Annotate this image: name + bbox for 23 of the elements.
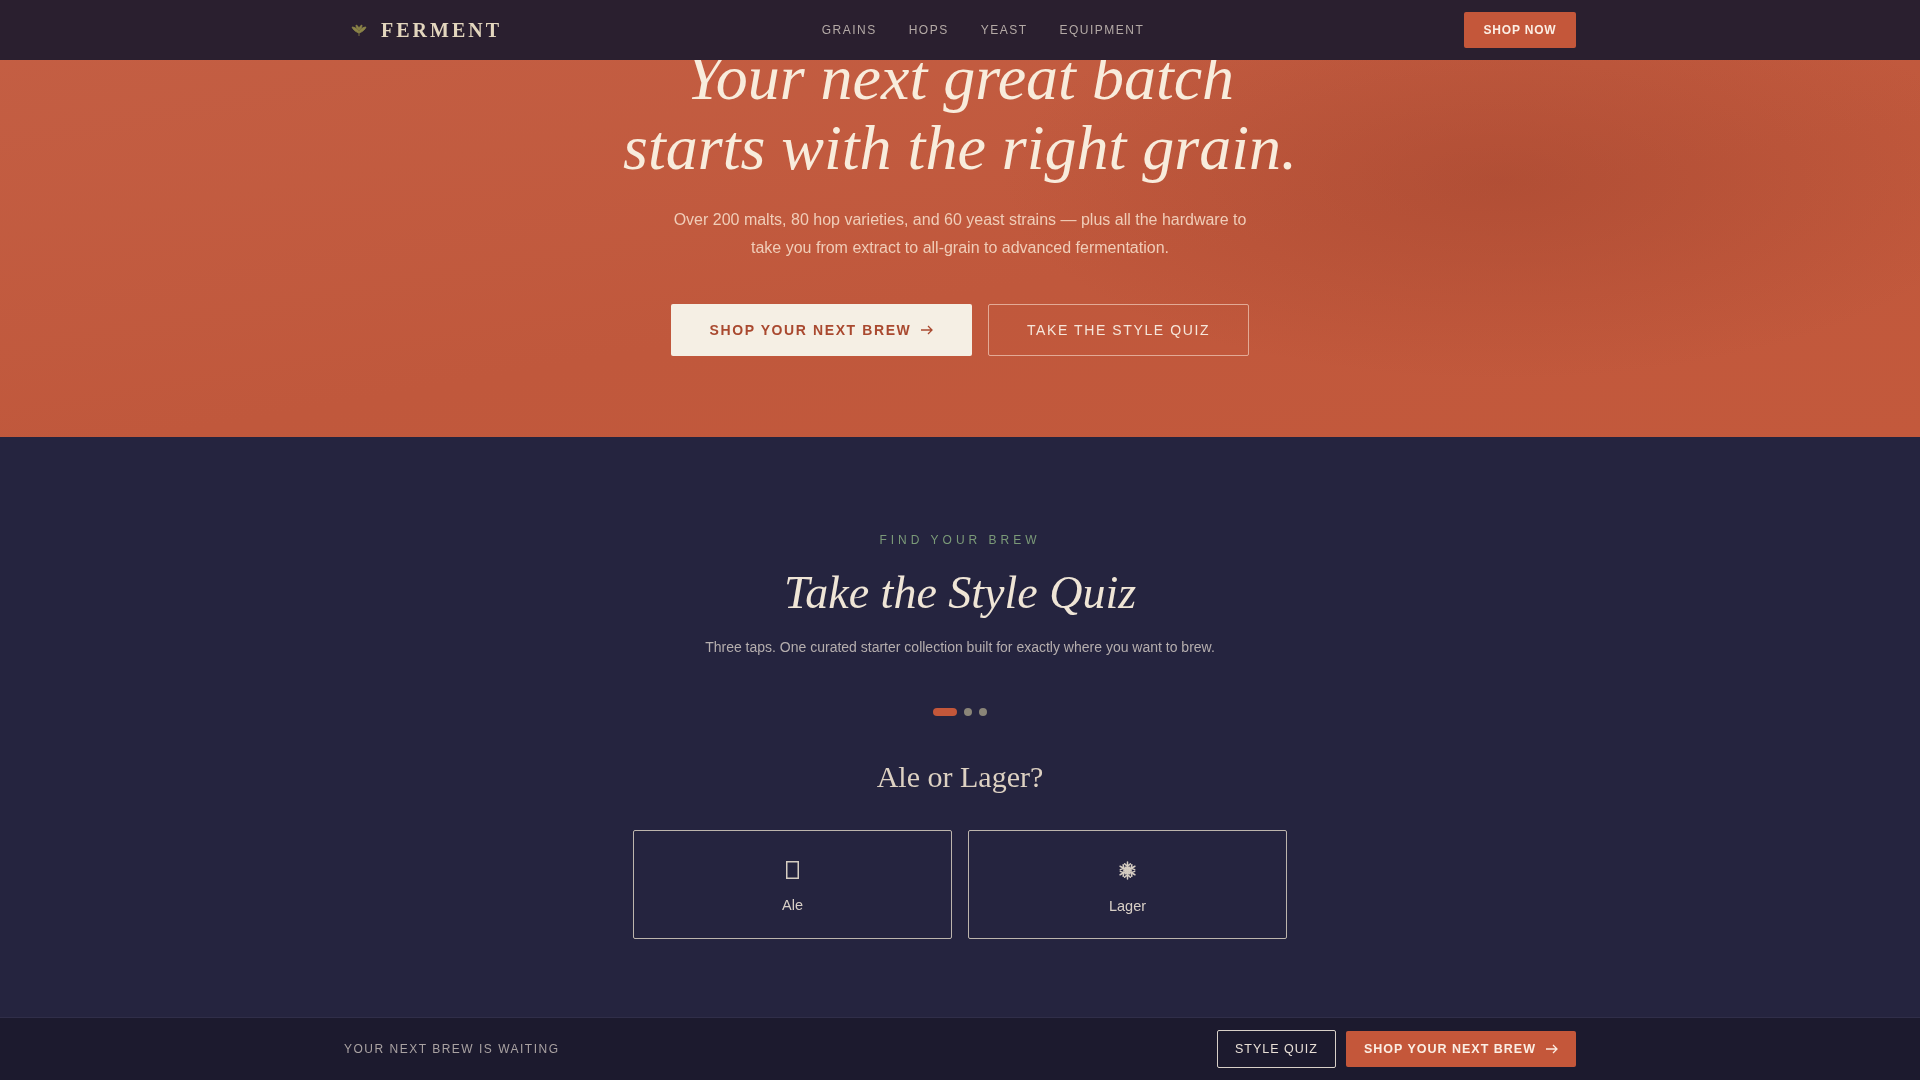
shop-button[interactable]: SHOP YOUR NEXT BREW — [1346, 1031, 1576, 1067]
wheat-icon — [351, 24, 367, 36]
quiz-button[interactable]: TAKE THE STYLE QUIZ — [988, 304, 1249, 356]
nav-link[interactable]: YEAST — [980, 23, 1028, 37]
bar-message: YOUR NEXT BREW IS WAITING — [344, 1042, 560, 1056]
section-eyebrow: FIND YOUR BREW — [879, 532, 1041, 548]
brand-logo-text: FERMENT — [381, 18, 502, 42]
arrow-right-icon — [921, 325, 934, 335]
nav-link[interactable]: HOPS — [908, 23, 949, 37]
snowflake-icon — [1118, 860, 1137, 880]
nav-link[interactable]: EQUIPMENT — [1059, 23, 1145, 37]
quiz-title: Take the Style Quiz — [783, 566, 1137, 620]
quiz-question: Ale or Lager? — [876, 759, 1044, 795]
arrow-right-icon — [1546, 1044, 1558, 1054]
shop-now-button[interactable]: SHOP NOW — [1464, 12, 1576, 48]
answer-option-card[interactable]: Ale — [633, 830, 952, 939]
nav-link[interactable]: GRAINS — [821, 23, 877, 37]
rectangle-outline-icon — [786, 861, 799, 879]
hero-description: Over 200 malts, 80 hop varieties, and 60 yeast strains — plus all the hardware to take you from extract to all-grain to advanced fermentation. — [672, 210, 1248, 258]
answer-option-card[interactable]: Lager — [968, 830, 1287, 939]
shop-button[interactable]: SHOP YOUR NEXT BREW — [671, 304, 972, 356]
quiz-description: Three taps. One curated starter collection built for exactly where you want to brew. — [705, 638, 1215, 657]
quiz-button[interactable]: STYLE QUIZ — [1217, 1030, 1336, 1068]
